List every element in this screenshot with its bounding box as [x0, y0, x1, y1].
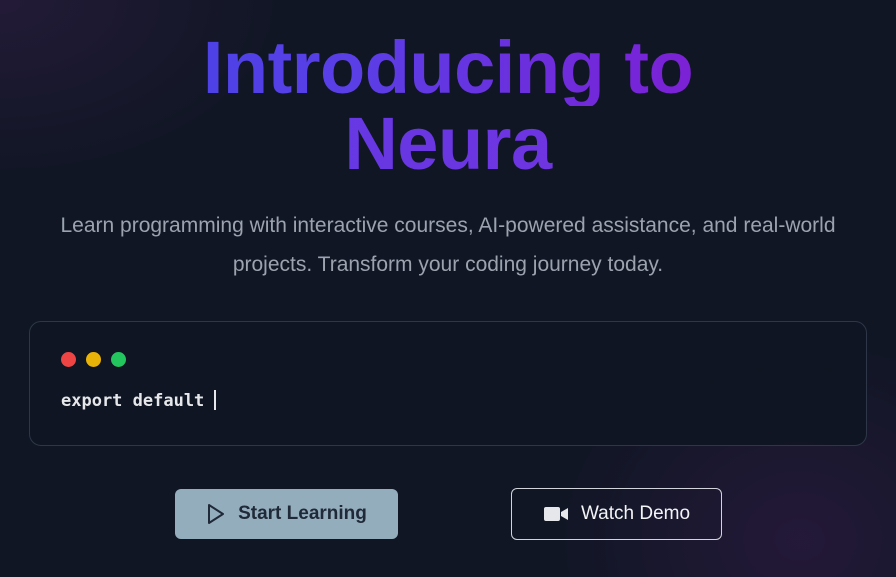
video-camera-icon	[543, 507, 568, 521]
hero-subtitle-line2: projects. Transform your coding journey …	[232, 253, 664, 276]
start-learning-button[interactable]: Start Learning	[175, 489, 398, 539]
red-dot	[61, 352, 76, 367]
hero-title-line1: Introducing to	[0, 30, 896, 106]
watch-demo-label: Watch Demo	[580, 503, 691, 524]
play-icon	[208, 504, 225, 524]
hero-subtitle: Learn programming with interactive cours…	[20, 206, 876, 284]
code-window: export default	[29, 321, 867, 446]
yellow-dot	[86, 352, 101, 367]
hero-title-line2: Neura	[0, 106, 896, 182]
code-line: export default	[61, 390, 217, 411]
hero-title: Introducing to Neura	[0, 30, 896, 182]
text-cursor	[214, 390, 217, 410]
code-text: export default	[61, 391, 205, 411]
window-controls	[61, 352, 126, 367]
hero-subtitle-line1: Learn programming with interactive cours…	[60, 214, 836, 237]
green-dot	[111, 352, 126, 367]
start-learning-label: Start Learning	[238, 503, 367, 524]
watch-demo-button[interactable]: Watch Demo	[511, 488, 722, 540]
